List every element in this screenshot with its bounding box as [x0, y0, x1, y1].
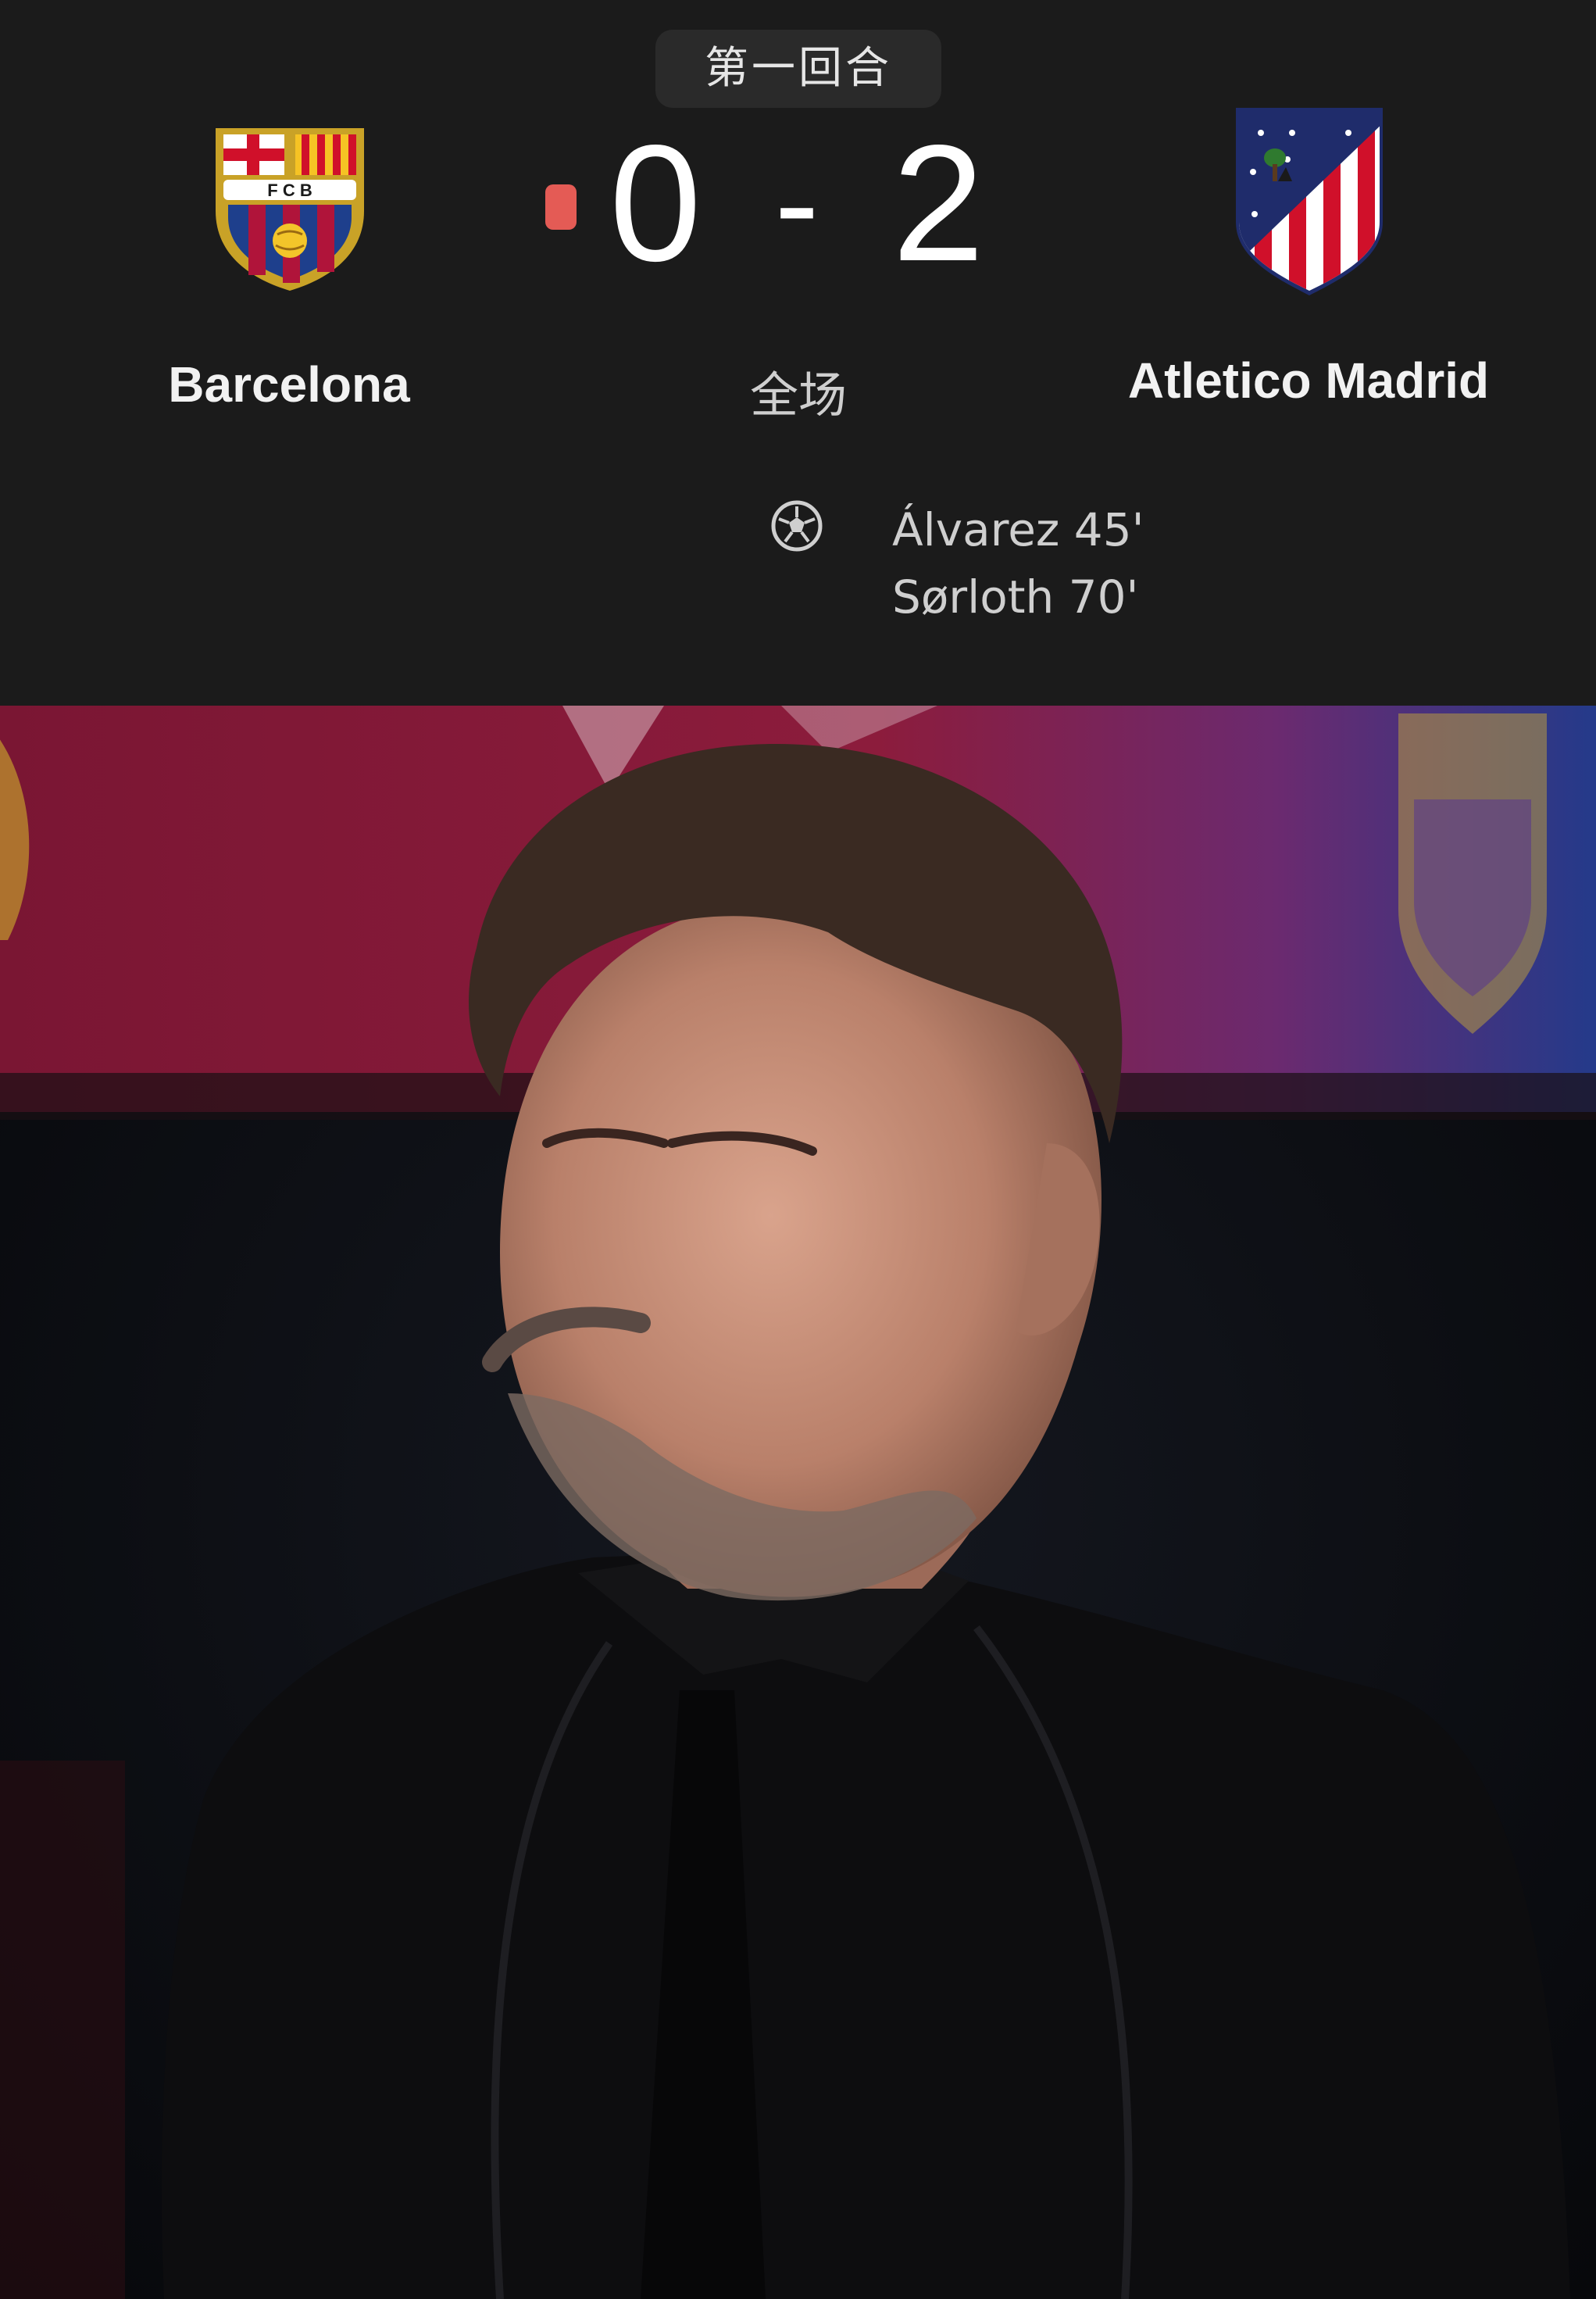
match-scoreboard[interactable]: 第一回合 F C B Barcelona 0 - 2 全场 Atletico M…	[0, 0, 1596, 706]
svg-text:F C B: F C B	[267, 181, 312, 200]
coach-portrait-photo[interactable]	[0, 706, 1596, 2299]
away-score: 2	[892, 110, 984, 295]
barcelona-crest-icon[interactable]: F C B	[202, 117, 378, 294]
atletico-madrid-crest-icon[interactable]	[1231, 105, 1387, 296]
goal-scorers: Álvarez 45' Sørloth 70'	[892, 496, 1144, 631]
score-separator: -	[774, 129, 819, 277]
live-indicator	[545, 184, 577, 230]
home-score: 0	[609, 110, 702, 295]
soccer-ball-icon	[769, 499, 824, 553]
home-team-name[interactable]: Barcelona	[133, 356, 445, 413]
away-team-name[interactable]: Atletico Madrid	[1094, 352, 1523, 409]
round-badge: 第一回合	[655, 30, 941, 108]
match-status: 全场	[749, 366, 847, 424]
scoreline: 0 - 2	[609, 117, 984, 289]
goal-scorer-entry: Álvarez 45'	[892, 503, 1144, 556]
goal-scorer-entry: Sørloth 70'	[892, 570, 1139, 624]
